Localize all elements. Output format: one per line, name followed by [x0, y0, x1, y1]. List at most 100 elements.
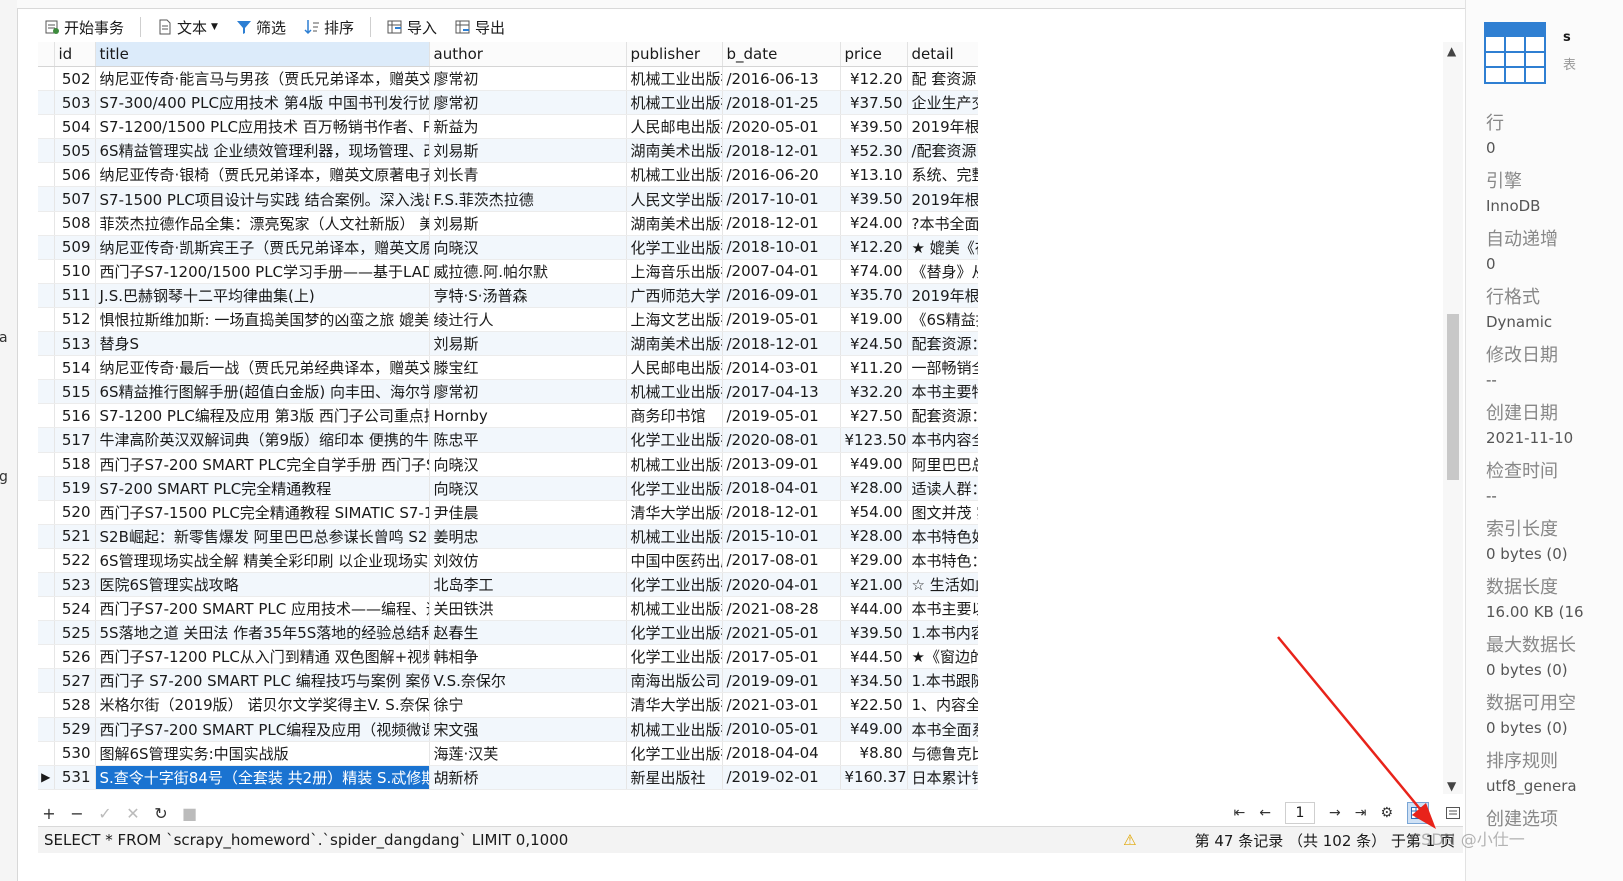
cell-b-date[interactable]: /2017-04-13: [722, 379, 841, 405]
cell-b-date[interactable]: /2019-02-01: [722, 765, 841, 790]
column-header-publisher[interactable]: publisher: [626, 42, 723, 67]
row-indicator[interactable]: [38, 331, 55, 357]
cell-author[interactable]: 新益为: [429, 114, 627, 140]
row-indicator[interactable]: [38, 644, 55, 670]
cell-id[interactable]: 530: [54, 741, 96, 766]
cell-price[interactable]: ¥32.20: [840, 379, 908, 405]
cell-id[interactable]: 503: [54, 90, 96, 116]
cell-b-date[interactable]: /2018-12-01: [722, 138, 841, 164]
cell-detail[interactable]: 适读人群：: [907, 476, 978, 501]
cell-author[interactable]: 关田铁洪: [429, 596, 627, 622]
cell-price[interactable]: ¥12.20: [840, 235, 908, 260]
column-header-id[interactable]: id: [54, 42, 96, 67]
cell-author[interactable]: 刘易斯: [429, 211, 627, 236]
cell-title[interactable]: S2B崛起：新零售爆发 阿里巴巴总参谋长曾鸣 S2B模: [95, 524, 430, 549]
cell-author[interactable]: 廖常初: [429, 66, 627, 92]
cell-b-date[interactable]: /2016-06-13: [722, 66, 841, 92]
row-indicator[interactable]: [38, 524, 55, 549]
cell-detail[interactable]: 2019年根据: [907, 114, 978, 140]
cell-title[interactable]: S7-1200 PLC编程及应用 第3版 西门子公司重点推荐: [95, 403, 430, 429]
cell-b-date[interactable]: /2010-05-01: [722, 717, 841, 742]
add-record-button[interactable]: +: [42, 804, 56, 823]
cell-detail[interactable]: ★ 媲美《在: [907, 235, 978, 260]
table-row[interactable]: 506纳尼亚传奇·银椅（贾氏兄弟译本，赠英文原著电子刘长青机械工业出版社/201…: [38, 162, 978, 188]
cell-b-date[interactable]: /2013-09-01: [722, 452, 841, 477]
cell-title[interactable]: 6S精益管理实战 企业绩效管理利器，现场管理、改: [95, 138, 430, 164]
cell-author[interactable]: 韩相争: [429, 644, 627, 670]
cell-title[interactable]: 替身S: [95, 331, 430, 357]
cell-author[interactable]: 廖常初: [429, 90, 627, 116]
row-indicator[interactable]: [38, 355, 55, 381]
cell-id[interactable]: 504: [54, 114, 96, 140]
cell-detail[interactable]: 图文并茂 实: [907, 500, 978, 525]
cell-title[interactable]: 6S精益推行图解手册(超值白金版) 向丰田、海尔学习: [95, 379, 430, 405]
cell-b-date[interactable]: /2021-08-28: [722, 596, 841, 622]
table-row[interactable]: 5056S精益管理实战 企业绩效管理利器，现场管理、改刘易斯湖南美术出版社/20…: [38, 138, 978, 164]
cell-title[interactable]: 西门子S7-1200 PLC从入门到精通 双色图解+视频讲: [95, 644, 430, 670]
cell-id[interactable]: 524: [54, 596, 96, 622]
cell-author[interactable]: 亨特·S·汤普森: [429, 283, 627, 308]
cell-detail[interactable]: 1.本书内容: [907, 620, 978, 646]
cell-id[interactable]: 505: [54, 138, 96, 164]
cell-detail[interactable]: 企业生产交: [907, 90, 978, 116]
cell-detail[interactable]: 《6S精益推: [907, 307, 978, 333]
row-indicator[interactable]: [38, 235, 55, 260]
cell-price[interactable]: ¥123.50: [840, 427, 908, 453]
cell-publisher[interactable]: 清华大学出版社: [626, 500, 723, 525]
cell-price[interactable]: ¥34.50: [840, 668, 908, 694]
cell-price[interactable]: ¥11.20: [840, 355, 908, 381]
cell-id[interactable]: 515: [54, 379, 96, 405]
cell-price[interactable]: ¥49.00: [840, 717, 908, 742]
cell-author[interactable]: 陈忠平: [429, 427, 627, 453]
first-page-button[interactable]: ⇤: [1234, 805, 1246, 821]
cell-author[interactable]: 海莲·汉芙: [429, 741, 627, 766]
cell-detail[interactable]: 配 套资源：: [907, 66, 978, 92]
cell-publisher[interactable]: 人民邮电出版社: [626, 114, 723, 140]
row-indicator[interactable]: [38, 114, 55, 140]
cell-author[interactable]: 刘易斯: [429, 331, 627, 357]
cell-title[interactable]: S7-1200/1500 PLC应用技术 百万畅销书作者、PL(: [95, 114, 430, 140]
cell-price[interactable]: ¥28.00: [840, 476, 908, 501]
cell-b-date[interactable]: /2019-09-01: [722, 668, 841, 694]
cell-detail[interactable]: 本书特色：: [907, 548, 978, 573]
cell-detail[interactable]: /配套资源: [907, 138, 978, 164]
cell-publisher[interactable]: 新星出版社: [626, 765, 723, 790]
row-indicator[interactable]: [38, 259, 55, 284]
cell-title[interactable]: 纳尼亚传奇·能言马与男孩（贾氏兄弟译本，赠英文: [95, 66, 430, 92]
table-row[interactable]: 530图解6S管理实务:中国实战版海莲·汉芙化学工业出版社/2018-04-04…: [38, 741, 978, 766]
cell-title[interactable]: 西门子S7-200 SMART PLC 应用技术——编程、通: [95, 596, 430, 622]
table-row[interactable]: 5156S精益推行图解手册(超值白金版) 向丰田、海尔学习廖常初机械工业出版社/…: [38, 379, 978, 405]
prev-page-button[interactable]: ←: [1259, 805, 1271, 821]
cell-title[interactable]: S7-1500 PLC项目设计与实践 结合案例。深入浅出: [95, 186, 430, 212]
begin-transaction-button[interactable]: 开始事务: [38, 14, 130, 40]
row-indicator[interactable]: [38, 403, 55, 429]
cell-id[interactable]: 514: [54, 355, 96, 381]
cell-publisher[interactable]: 广西师范大学出: [626, 283, 723, 308]
cell-id[interactable]: 518: [54, 452, 96, 477]
cell-publisher[interactable]: 机械工业出版社: [626, 379, 723, 405]
cell-price[interactable]: ¥49.00: [840, 452, 908, 477]
row-indicator[interactable]: [38, 717, 55, 742]
row-indicator[interactable]: [38, 476, 55, 501]
cell-id[interactable]: 510: [54, 259, 96, 284]
cell-author[interactable]: V.S.奈保尔: [429, 668, 627, 694]
delete-record-button[interactable]: −: [70, 804, 84, 823]
cell-publisher[interactable]: 化学工业出版社: [626, 427, 723, 453]
table-row[interactable]: 518 西门子S7-200 SMART PLC完全自学手册 西门子S7 向晓汉 机械工…: [38, 452, 978, 477]
row-indicator[interactable]: [38, 162, 55, 188]
row-indicator[interactable]: [38, 548, 55, 573]
last-page-button[interactable]: ⇥: [1355, 805, 1367, 821]
cell-title[interactable]: 惧恨拉斯维加斯: 一场直捣美国梦的凶蛮之旅 媲美《: [95, 307, 430, 333]
cell-title[interactable]: 西门子S7-200 SMART PLC编程及应用（视频微课版: [95, 717, 430, 742]
cell-title[interactable]: 5S落地之道 关田法 作者35年5S落地的经验总结和: [95, 620, 430, 646]
cell-detail[interactable]: 本书内容全: [907, 427, 978, 453]
row-indicator[interactable]: [38, 741, 55, 766]
table-row[interactable]: 510 西门子S7-1200/1500 PLC学习手册——基于LAD和 威拉德.阿.…: [38, 259, 978, 284]
table-row[interactable]: 511J.S.巴赫钢琴十二平均律曲集(上)亨特·S·汤普森广西师范大学出/201…: [38, 283, 978, 308]
row-indicator[interactable]: [38, 427, 55, 453]
row-indicator[interactable]: [38, 692, 55, 718]
cell-title[interactable]: 菲茨杰拉德作品全集：漂亮冤家（人文社新版） 美: [95, 211, 430, 236]
refresh-button[interactable]: ↻: [154, 804, 168, 823]
cell-b-date[interactable]: /2014-03-01: [722, 355, 841, 381]
column-header-title[interactable]: title: [95, 42, 430, 67]
